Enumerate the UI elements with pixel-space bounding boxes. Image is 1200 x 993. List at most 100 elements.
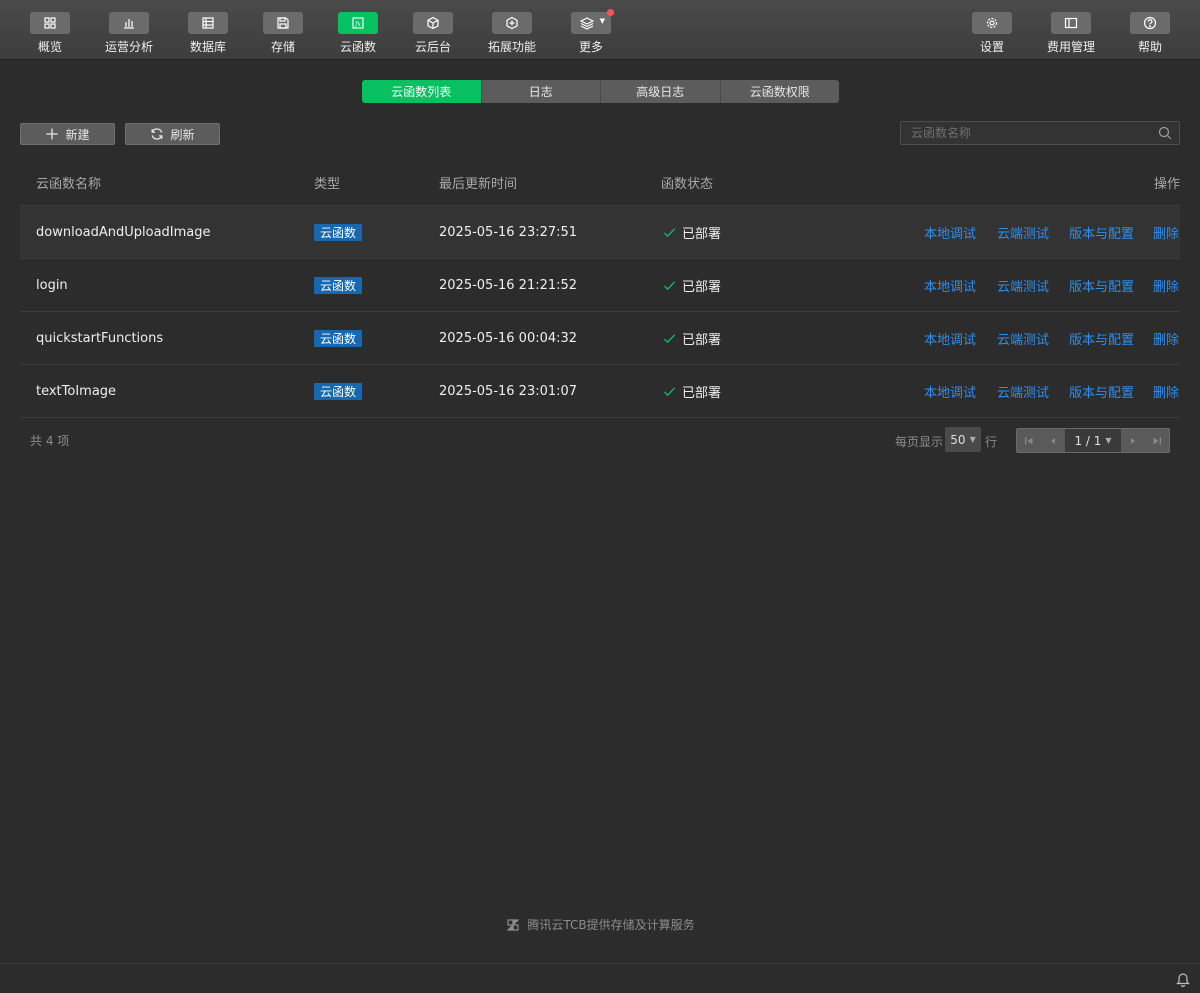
top-toolbar: 概览 运营分析 数据库 存储 fx 云函数 云后台 拓展功能 ▼ 更多 设置 费… xyxy=(0,0,1200,60)
toolbar-item-cloud-backend[interactable]: 云后台 xyxy=(393,12,473,55)
svg-text:fx: fx xyxy=(354,21,361,28)
toolbar-label: 帮助 xyxy=(1137,40,1162,54)
check-icon xyxy=(663,280,676,290)
prev-page-button[interactable] xyxy=(1041,429,1065,452)
status-cell: 已部署 xyxy=(663,206,721,258)
local-debug-link[interactable]: 本地调试 xyxy=(924,329,976,348)
search-box xyxy=(900,121,1180,145)
toolbar-item-settings[interactable]: 设置 xyxy=(952,12,1032,55)
next-page-icon xyxy=(1131,437,1135,444)
table-row[interactable]: quickstartFunctions 云函数 2025-05-16 00:04… xyxy=(20,312,1180,365)
plus-icon xyxy=(46,128,58,140)
delete-link[interactable]: 删除 xyxy=(1153,223,1179,242)
bell-icon[interactable] xyxy=(1176,971,1190,987)
toolbar-item-help[interactable]: 帮助 xyxy=(1110,12,1190,55)
toolbar-label: 设置 xyxy=(979,40,1004,54)
function-tabs: 云函数列表 日志 高级日志 云函数权限 xyxy=(362,80,839,103)
help-icon xyxy=(1130,12,1170,34)
version-config-link[interactable]: 版本与配置 xyxy=(1069,276,1134,295)
toolbar-item-overview[interactable]: 概览 xyxy=(10,12,90,55)
toolbar-item-storage[interactable]: 存储 xyxy=(243,12,323,55)
header-actions: 操作 xyxy=(1154,177,1181,192)
new-button[interactable]: 新建 xyxy=(20,123,115,145)
tencent-cloud-logo-icon xyxy=(506,918,520,931)
delete-link[interactable]: 删除 xyxy=(1153,382,1179,401)
delete-link[interactable]: 删除 xyxy=(1153,276,1179,295)
toolbar-item-billing[interactable]: 费用管理 xyxy=(1031,12,1111,55)
tab-logs[interactable]: 日志 xyxy=(481,80,601,103)
header-name: 云函数名称 xyxy=(36,177,102,192)
updated-time: 2025-05-16 00:04:32 xyxy=(439,330,578,346)
first-page-button[interactable] xyxy=(1017,429,1041,452)
toolbar-label: 云后台 xyxy=(414,40,451,54)
cloud-test-link[interactable]: 云端测试 xyxy=(997,329,1049,348)
updated-time: 2025-05-16 21:21:52 xyxy=(439,277,578,293)
toolbar-label: 运营分析 xyxy=(104,40,153,54)
toolbar-item-cloud-function[interactable]: fx 云函数 xyxy=(318,12,398,55)
version-config-link[interactable]: 版本与配置 xyxy=(1069,382,1134,401)
function-table: 云函数名称 类型 最后更新时间 函数状态 操作 downloadAndUploa… xyxy=(20,155,1180,418)
per-page-select[interactable]: 50 ▼ xyxy=(945,427,981,452)
table-row[interactable]: downloadAndUploadImage 云函数 2025-05-16 23… xyxy=(20,206,1180,259)
gear-icon xyxy=(972,12,1012,34)
per-page-value: 50 xyxy=(950,432,966,447)
chevron-down-icon: ▼ xyxy=(969,435,976,444)
status-text: 已部署 xyxy=(682,226,722,242)
local-debug-link[interactable]: 本地调试 xyxy=(924,382,976,401)
cloud-test-link[interactable]: 云端测试 xyxy=(997,223,1049,242)
toolbar-label: 概览 xyxy=(37,40,62,54)
toolbar-item-extensions[interactable]: 拓展功能 xyxy=(472,12,552,55)
notification-dot xyxy=(607,9,614,16)
cloud-test-link[interactable]: 云端测试 xyxy=(997,382,1049,401)
layers-icon: ▼ xyxy=(571,9,614,34)
version-config-link[interactable]: 版本与配置 xyxy=(1069,223,1134,242)
search-icon[interactable] xyxy=(1158,126,1172,140)
page-select[interactable]: 1 / 1 ▼ xyxy=(1065,429,1121,452)
type-badge: 云函数 xyxy=(314,223,363,241)
refresh-button-label: 刷新 xyxy=(170,127,195,142)
analytics-icon xyxy=(109,12,149,34)
tab-function-list[interactable]: 云函数列表 xyxy=(362,80,482,103)
status-text: 已部署 xyxy=(682,279,722,295)
updated-time: 2025-05-16 23:27:51 xyxy=(439,224,578,240)
check-icon xyxy=(663,227,676,237)
toolbar-item-analytics[interactable]: 运营分析 xyxy=(89,12,169,55)
version-config-link[interactable]: 版本与配置 xyxy=(1069,329,1134,348)
local-debug-link[interactable]: 本地调试 xyxy=(924,223,976,242)
type-badge: 云函数 xyxy=(314,276,363,294)
local-debug-link[interactable]: 本地调试 xyxy=(924,276,976,295)
chevron-down-icon: ▼ xyxy=(599,17,605,25)
search-input[interactable] xyxy=(901,122,1151,144)
cloud-test-link[interactable]: 云端测试 xyxy=(997,276,1049,295)
per-page-label: 每页显示 xyxy=(895,435,944,449)
total-count: 共 4 项 xyxy=(30,434,70,448)
pagination: 1 / 1 ▼ xyxy=(1016,428,1170,453)
table-row[interactable]: textToImage 云函数 2025-05-16 23:01:07 已部署 … xyxy=(20,365,1180,418)
toolbar-label: 存储 xyxy=(270,40,295,54)
toolbar-label: 费用管理 xyxy=(1046,40,1095,54)
tab-advanced-logs[interactable]: 高级日志 xyxy=(601,80,721,103)
table-header: 云函数名称 类型 最后更新时间 函数状态 操作 xyxy=(20,155,1180,206)
function-name: login xyxy=(36,277,68,293)
function-name: quickstartFunctions xyxy=(36,330,164,346)
toolbar-label: 拓展功能 xyxy=(487,40,536,54)
powered-by: 腾讯云TCB提供存储及计算服务 xyxy=(0,916,1200,933)
prev-page-icon xyxy=(1051,437,1055,444)
refresh-button[interactable]: 刷新 xyxy=(125,123,220,145)
status-cell: 已部署 xyxy=(663,259,721,311)
table-row[interactable]: login 云函数 2025-05-16 21:21:52 已部署 本地调试 云… xyxy=(20,259,1180,312)
billing-icon xyxy=(1051,12,1091,34)
status-text: 已部署 xyxy=(682,385,722,401)
next-page-button[interactable] xyxy=(1121,429,1145,452)
tab-function-permissions[interactable]: 云函数权限 xyxy=(720,80,839,103)
check-icon xyxy=(663,386,676,396)
toolbar-item-more[interactable]: ▼ 更多 xyxy=(551,9,631,55)
function-icon: fx xyxy=(338,12,378,34)
toolbar-item-database[interactable]: 数据库 xyxy=(168,12,248,55)
delete-link[interactable]: 删除 xyxy=(1153,329,1179,348)
last-page-button[interactable] xyxy=(1145,429,1169,452)
toolbar-label: 数据库 xyxy=(189,40,226,54)
function-name: downloadAndUploadImage xyxy=(36,224,211,240)
status-bar xyxy=(0,963,1200,993)
page-display: 1 / 1 xyxy=(1074,433,1102,448)
